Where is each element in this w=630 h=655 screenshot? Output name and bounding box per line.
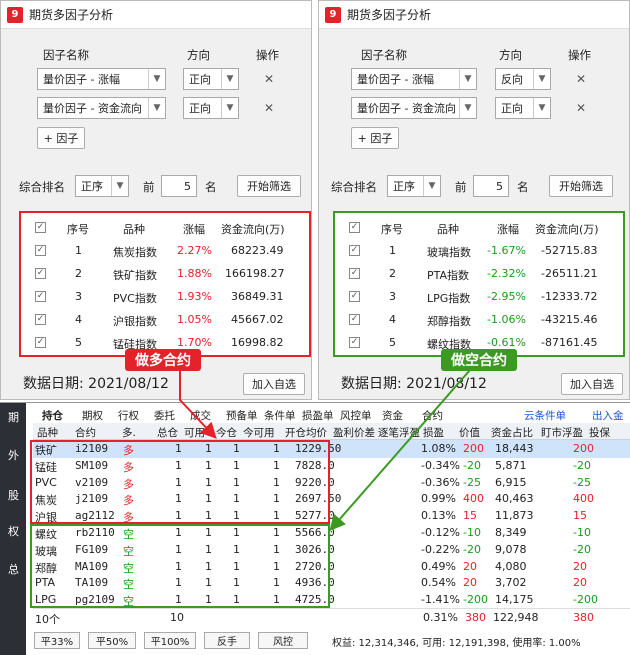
long-arrow bbox=[179, 370, 217, 439]
short-arrow bbox=[329, 369, 471, 532]
callout-arrows bbox=[179, 369, 471, 532]
